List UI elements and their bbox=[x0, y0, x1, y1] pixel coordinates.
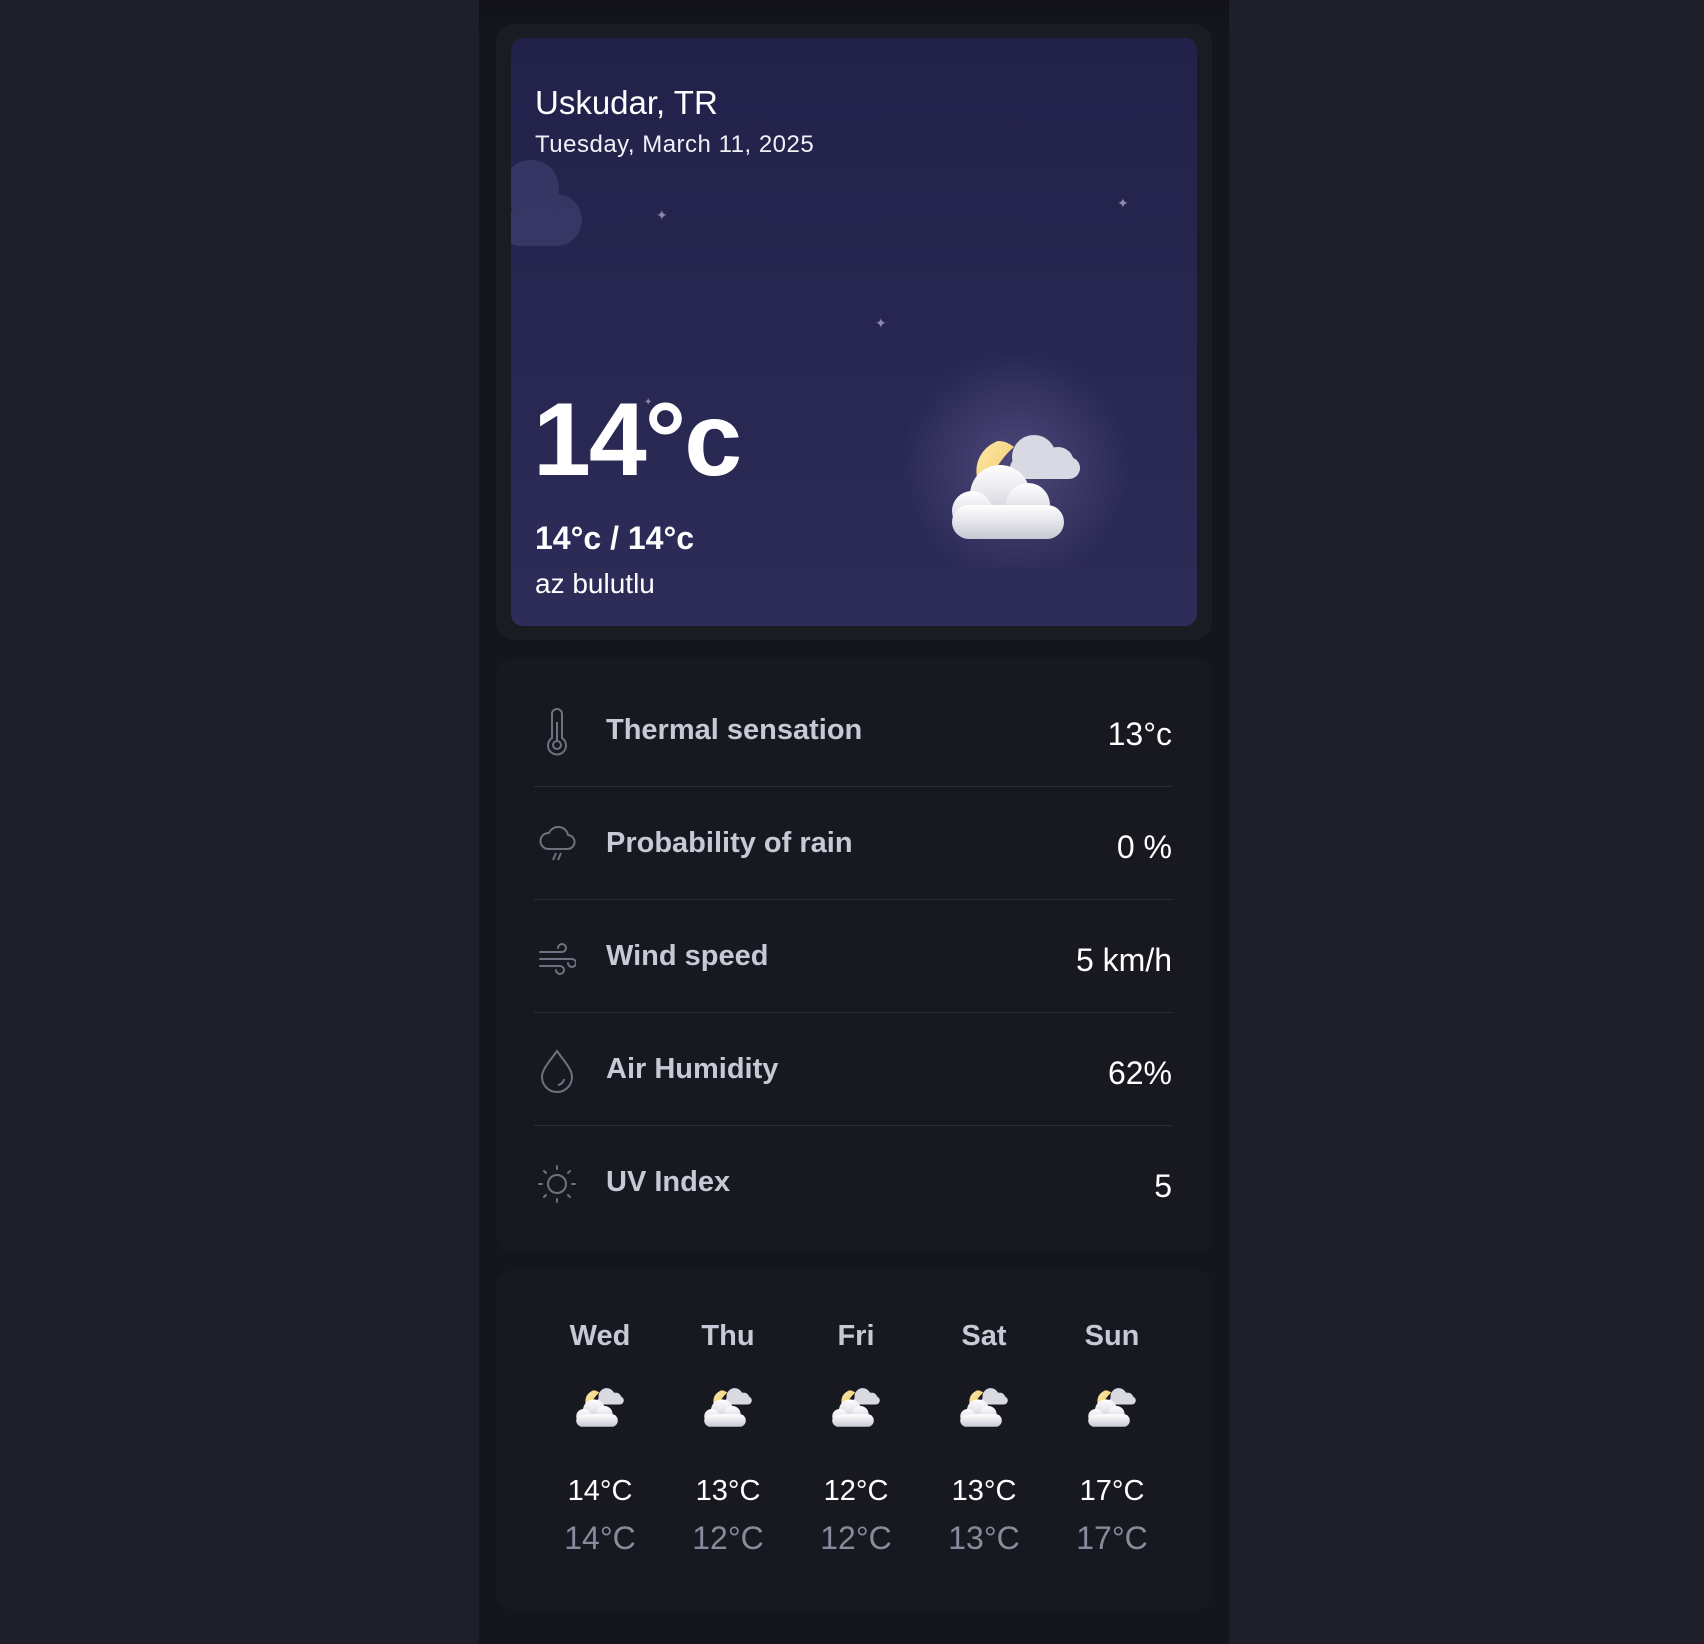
sun-icon bbox=[538, 1165, 576, 1203]
detail-value: 13°c bbox=[1107, 716, 1172, 752]
partly-cloudy-night-icon bbox=[936, 413, 1096, 553]
forecast-min-temp: 12°C bbox=[692, 1520, 764, 1556]
detail-value: 5 km/h bbox=[1075, 942, 1172, 978]
detail-value: 5 bbox=[1154, 1168, 1172, 1204]
forecast-card: Wed 14°C 14°C Thu 13°C 12°C Fri 12°C 12°… bbox=[496, 1270, 1212, 1610]
location-name: Uskudar, TR bbox=[535, 84, 718, 121]
detail-row-air-humidity: Air Humidity 62% bbox=[534, 1013, 1172, 1126]
star-icon: ✦ bbox=[656, 207, 668, 223]
forecast-max-temp: 13°C bbox=[695, 1475, 761, 1507]
forecast-day-name: Sun bbox=[1084, 1320, 1140, 1352]
current-date: Tuesday, March 11, 2025 bbox=[535, 131, 815, 158]
decorative-cloud-icon bbox=[511, 160, 582, 246]
detail-value: 0 % bbox=[1116, 829, 1172, 865]
forecast-day: Wed 14°C 14°C bbox=[536, 1270, 664, 1610]
forecast-min-temp: 12°C bbox=[820, 1520, 892, 1556]
partly-cloudy-icon bbox=[698, 1380, 758, 1432]
forecast-day: Sun 17°C 17°C bbox=[1048, 1270, 1176, 1610]
star-icon: ✦ bbox=[875, 315, 887, 331]
detail-row-thermal-sensation: Thermal sensation 13°c bbox=[534, 674, 1172, 787]
forecast-day-name: Fri bbox=[837, 1320, 875, 1352]
partly-cloudy-icon bbox=[826, 1380, 886, 1432]
forecast-day-name: Thu bbox=[701, 1320, 755, 1352]
detail-value: 62% bbox=[1107, 1055, 1172, 1091]
partly-cloudy-icon bbox=[570, 1380, 630, 1432]
detail-label: Wind speed bbox=[606, 940, 769, 972]
partly-cloudy-icon bbox=[954, 1380, 1014, 1432]
weather-details-card: Thermal sensation 13°c Probability of ra… bbox=[496, 658, 1212, 1253]
rain-cloud-icon bbox=[539, 825, 576, 861]
detail-label: Probability of rain bbox=[606, 827, 853, 859]
forecast-min-temp: 13°C bbox=[948, 1520, 1020, 1556]
detail-label: Air Humidity bbox=[606, 1053, 779, 1085]
droplet-icon bbox=[540, 1049, 574, 1093]
forecast-min-temp: 14°C bbox=[564, 1520, 636, 1556]
app-column: ✦ ✦ ✦ ✦ Uskudar, TR Tuesday, March 11, 2… bbox=[479, 0, 1229, 1644]
weather-description: az bulutlu bbox=[535, 568, 655, 599]
wind-icon bbox=[539, 943, 576, 975]
forecast-min-temp: 17°C bbox=[1076, 1520, 1148, 1556]
forecast-max-temp: 14°C bbox=[567, 1475, 633, 1507]
forecast-day: Fri 12°C 12°C bbox=[792, 1270, 920, 1610]
current-temperature: 14°c bbox=[533, 382, 742, 498]
detail-label: Thermal sensation bbox=[606, 714, 863, 746]
detail-row-uv-index: UV Index 5 bbox=[534, 1126, 1172, 1238]
detail-row-wind-speed: Wind speed 5 km/h bbox=[534, 900, 1172, 1013]
min-max-temperature: 14°c / 14°c bbox=[535, 520, 695, 556]
forecast-day: Sat 13°C 13°C bbox=[920, 1270, 1048, 1610]
forecast-day-name: Sat bbox=[961, 1320, 1007, 1352]
detail-row-rain-probability: Probability of rain 0 % bbox=[534, 787, 1172, 900]
forecast-max-temp: 17°C bbox=[1079, 1475, 1145, 1507]
star-icon: ✦ bbox=[1117, 195, 1129, 211]
current-weather-card: ✦ ✦ ✦ ✦ Uskudar, TR Tuesday, March 11, 2… bbox=[511, 38, 1197, 626]
partly-cloudy-icon bbox=[1082, 1380, 1142, 1432]
forecast-day: Thu 13°C 12°C bbox=[664, 1270, 792, 1610]
forecast-day-name: Wed bbox=[569, 1320, 631, 1352]
detail-label: UV Index bbox=[606, 1166, 731, 1198]
thermometer-icon bbox=[547, 708, 567, 756]
forecast-max-temp: 13°C bbox=[951, 1475, 1017, 1507]
forecast-max-temp: 12°C bbox=[823, 1475, 889, 1507]
